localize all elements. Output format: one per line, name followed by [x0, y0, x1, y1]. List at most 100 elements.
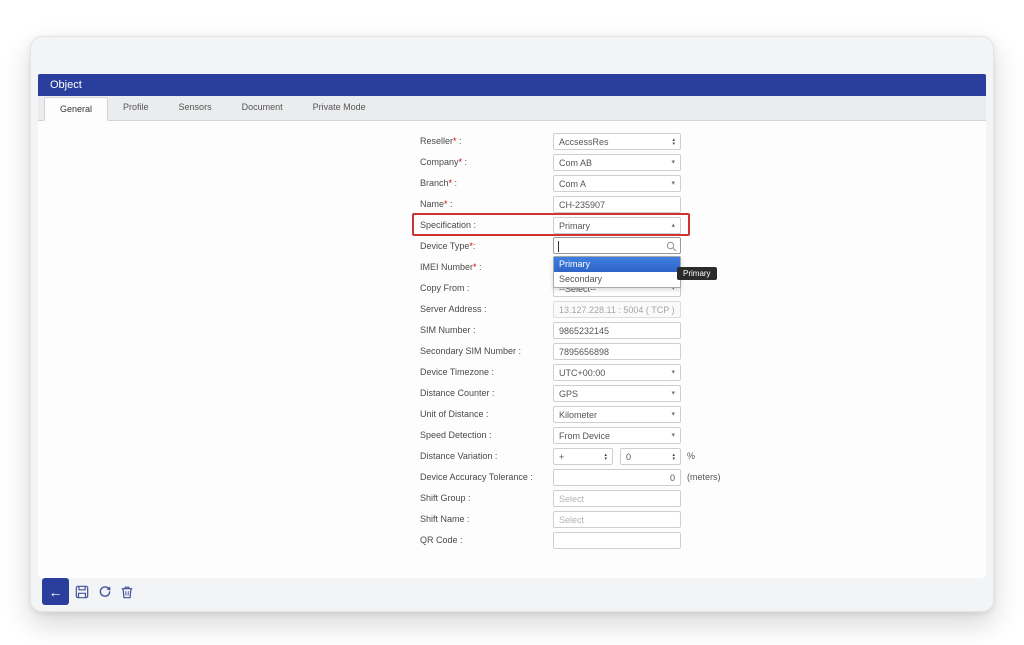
dropdown-search [553, 237, 681, 254]
tab-profile[interactable]: Profile [108, 96, 164, 120]
shift-group-input[interactable] [553, 490, 681, 507]
qr-code-label-text: QR Code [420, 535, 458, 545]
label-colon: : [457, 136, 462, 146]
shift-group-label: Shift Group : [420, 490, 471, 507]
tab-sensors[interactable]: Sensors [164, 96, 227, 120]
distance-variation-mini1-select[interactable]: + ▴▾ [553, 448, 613, 465]
unit-of-distance-label-text: Unit of Distance [420, 409, 484, 419]
unit-of-distance-select[interactable]: Kilometer▾ [553, 406, 681, 423]
updown-arrows-icon: ▴▾ [604, 453, 607, 461]
shift-name-control [553, 511, 681, 528]
company-value: Com AB [559, 158, 592, 168]
specification-dropdown: PrimarySecondary [553, 237, 681, 288]
distance-variation-label-text: Distance Variation [420, 451, 492, 461]
page-title: Object [50, 79, 82, 91]
tab-document[interactable]: Document [227, 96, 298, 120]
label-colon: : [462, 157, 467, 167]
specification-value: Primary [559, 221, 590, 231]
device-timezone-select[interactable]: UTC+00:00▾ [553, 364, 681, 381]
form-row-distance-counter: Distance Counter :GPS▾ [420, 385, 820, 402]
tab-general[interactable]: General [44, 97, 108, 121]
distance-counter-select[interactable]: GPS▾ [553, 385, 681, 402]
speed-detection-value: From Device [559, 431, 610, 441]
device-accuracy-tolerance-label-text: Device Accuracy Tolerance [420, 472, 528, 482]
specification-select[interactable]: Primary ▴ [553, 217, 681, 234]
form-row-server-address: Server Address : [420, 301, 820, 318]
specification-control: Primary ▴ [553, 217, 681, 234]
chevron-down-icon: ▾ [671, 390, 675, 397]
form-row-speed-detection: Speed Detection :From Device▾ [420, 427, 820, 444]
dropdown-option-primary[interactable]: Primary [554, 257, 680, 272]
label-colon: : [482, 304, 487, 314]
reseller-control: AccsessRes▴▾ [553, 133, 681, 150]
form-row-qr-code: QR Code : [420, 532, 820, 549]
chevron-down-icon: ▾ [671, 369, 675, 376]
device-timezone-label: Device Timezone : [420, 364, 494, 381]
label-colon: : [452, 178, 457, 188]
form-row-shift-group: Shift Group : [420, 490, 820, 507]
company-label: Company* : [420, 154, 467, 171]
name-label-text: Name [420, 199, 444, 209]
imei-number-label-text: IMEI Number [420, 262, 473, 272]
form-row-reseller: Reseller* :AccsessRes▴▾ [420, 133, 820, 150]
dropdown-option-secondary[interactable]: Secondary [554, 272, 680, 287]
device-accuracy-tolerance-label: Device Accuracy Tolerance : [420, 469, 533, 486]
branch-select[interactable]: Com A▾ [553, 175, 681, 192]
speed-detection-select[interactable]: From Device▾ [553, 427, 681, 444]
secondary-sim-number-label-text: Secondary SIM Number [420, 346, 516, 356]
shift-name-label-text: Shift Name [420, 514, 465, 524]
back-button[interactable]: ← [42, 578, 69, 605]
label-colon: : [484, 409, 489, 419]
distance-variation-mini2-select[interactable]: 0▴▾ [620, 448, 681, 465]
sim-number-input[interactable] [553, 322, 681, 339]
company-control: Com AB ▾ [553, 154, 681, 171]
distance-variation-control: +▴▾0▴▾% [553, 448, 681, 465]
chevron-up-icon: ▴ [671, 222, 675, 229]
name-control [553, 196, 681, 213]
form-row-device-accuracy-tolerance: Device Accuracy Tolerance : (meters) [420, 469, 820, 486]
qr-code-input[interactable] [553, 532, 681, 549]
secondary-sim-number-control [553, 343, 681, 360]
label-colon: : [489, 367, 494, 377]
branch-label: Branch* : [420, 175, 457, 192]
label-colon: : [490, 388, 495, 398]
secondary-sim-number-input[interactable] [553, 343, 681, 360]
speed-detection-label-text: Speed Detection [420, 430, 487, 440]
label-colon: : [471, 325, 476, 335]
speed-detection-control: From Device▾ [553, 427, 681, 444]
name-input[interactable] [553, 196, 681, 213]
imei-number-label: IMEI Number* : [420, 259, 482, 276]
updown-arrows-icon: ▴▾ [672, 453, 675, 461]
device-timezone-control: UTC+00:00▾ [553, 364, 681, 381]
company-select[interactable]: Com AB ▾ [553, 154, 681, 171]
label-colon: : [448, 199, 453, 209]
reset-refresh-icon [98, 585, 112, 599]
chevron-down-icon: ▾ [671, 159, 675, 166]
label-colon: : [473, 241, 476, 251]
shift-group-control [553, 490, 681, 507]
device-type-label-text: Device Type [420, 241, 469, 251]
device-timezone-label-text: Device Timezone [420, 367, 489, 377]
device-accuracy-tolerance-control: (meters) [553, 469, 681, 486]
server-address-label: Server Address : [420, 301, 487, 318]
search-icon [666, 241, 677, 252]
sim-number-control [553, 322, 681, 339]
tab-private-mode[interactable]: Private Mode [298, 96, 381, 120]
copy-from-label-text: Copy From [420, 283, 465, 293]
chevron-down-icon: ▾ [671, 180, 675, 187]
delete-button[interactable] [120, 585, 134, 599]
distance-variation-value: + [559, 452, 564, 462]
server-address-control [553, 301, 681, 318]
device-accuracy-tolerance-input[interactable] [553, 469, 681, 486]
shift-name-input[interactable] [553, 511, 681, 528]
save-button[interactable] [75, 585, 89, 599]
form-row-sim-number: SIM Number : [420, 322, 820, 339]
distance-variation-label: Distance Variation : [420, 448, 497, 465]
form-row-secondary-sim-number: Secondary SIM Number : [420, 343, 820, 360]
server-address-input [553, 301, 681, 318]
dropdown-search-input[interactable] [554, 238, 680, 253]
reset-button[interactable] [98, 585, 112, 599]
form-row-branch: Branch* : Com A▾ [420, 175, 820, 192]
reseller-select[interactable]: AccsessRes▴▾ [553, 133, 681, 150]
tab-bar: GeneralProfileSensorsDocumentPrivate Mod… [38, 96, 986, 121]
